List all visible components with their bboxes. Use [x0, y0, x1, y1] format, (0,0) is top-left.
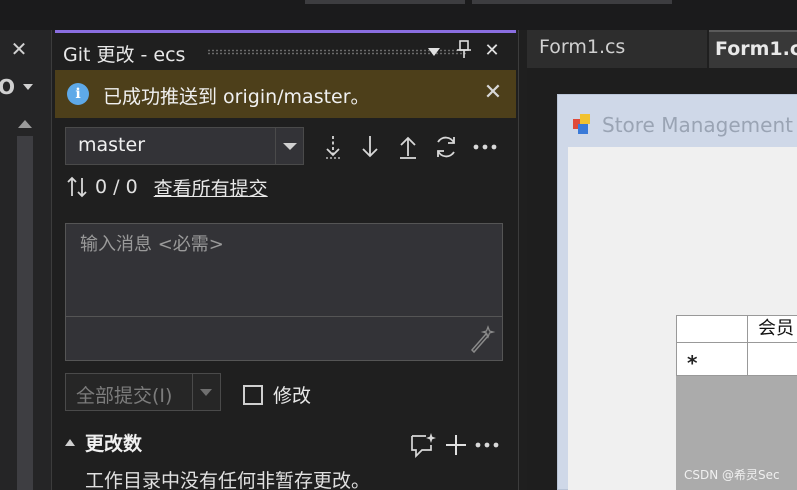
scroll-up-icon[interactable]	[18, 120, 32, 128]
plus-icon	[446, 435, 466, 455]
stage-all-button[interactable]	[441, 431, 471, 459]
close-icon[interactable]: ✕	[8, 38, 30, 60]
ellipsis-icon	[473, 144, 497, 150]
tab-form1-cs[interactable]: Form1.cs	[527, 30, 707, 68]
copilot-chat-button[interactable]	[408, 431, 438, 459]
close-icon[interactable]: ✕	[481, 40, 503, 62]
grid-cell[interactable]	[747, 342, 797, 376]
collapse-triangle-icon[interactable]	[65, 439, 75, 446]
up-down-arrows-icon	[67, 176, 87, 198]
sync-button[interactable]	[431, 132, 461, 162]
commit-all-label: 全部提交(I)	[76, 385, 173, 407]
outgoing-incoming-counts: 0 / 0 查看所有提交	[65, 173, 268, 201]
commit-message-input[interactable]: 输入消息 <必需>	[65, 223, 503, 361]
grid-corner-header	[676, 315, 748, 343]
window-position-dropdown-icon[interactable]	[423, 40, 445, 62]
branch-name: master	[78, 134, 146, 156]
changes-section-header[interactable]: 更改数	[65, 429, 142, 456]
grid-new-row-header: *	[676, 342, 748, 376]
generate-message-button[interactable]	[466, 324, 496, 354]
editor-area: Form1.cs Form1.cs Store Management 会员 *	[518, 30, 797, 490]
tab-label: Form1.cs	[539, 36, 626, 58]
left-dock-panel: ✕ O	[0, 30, 52, 490]
scrollbar-thumb[interactable]	[17, 136, 33, 490]
close-icon[interactable]: ✕	[481, 81, 505, 105]
checkbox-icon[interactable]	[243, 384, 263, 405]
search-icon: O	[0, 75, 16, 99]
form-designer-surface: Store Management 会员 *	[527, 68, 797, 490]
no-changes-message: 工作目录中没有任何非暂存更改。	[85, 470, 371, 490]
view-all-commits-link[interactable]: 查看所有提交	[154, 174, 268, 201]
fetch-button[interactable]	[318, 132, 348, 162]
tab-label: Form1.cs	[715, 38, 797, 60]
info-banner: i 已成功推送到 origin/master。 ✕	[55, 70, 516, 118]
arrow-down-icon	[362, 136, 378, 158]
chevron-down-icon[interactable]	[192, 374, 220, 410]
push-button[interactable]	[393, 132, 423, 162]
grid-column-header[interactable]: 会员	[747, 315, 797, 343]
pull-button[interactable]	[355, 132, 385, 162]
chevron-down-icon	[23, 84, 34, 90]
changes-section-title: 更改数	[85, 433, 143, 455]
section-more-button[interactable]	[472, 431, 502, 459]
designer-form[interactable]: Store Management 会员 *	[557, 94, 797, 490]
ellipsis-icon	[475, 442, 499, 448]
divider	[66, 316, 502, 317]
title-strip	[0, 0, 797, 30]
arrow-up-icon	[400, 136, 416, 159]
commit-message-placeholder: 输入消息 <必需>	[80, 234, 224, 255]
magic-wand-icon	[470, 325, 496, 354]
fetch-icon	[326, 136, 340, 159]
sync-icon	[437, 136, 455, 158]
sparkle-chat-icon	[411, 433, 436, 458]
search-dropdown-button[interactable]: O	[0, 72, 38, 102]
info-icon: i	[67, 83, 89, 105]
panel-title: Git 更改 - ecs	[63, 44, 186, 66]
amend-label: 修改	[273, 385, 312, 407]
git-changes-panel: Git 更改 - ecs ✕ i 已成功推送到 origin/master。 ✕…	[55, 30, 516, 490]
pin-icon[interactable]	[453, 40, 475, 62]
more-options-button[interactable]	[470, 132, 500, 162]
tab-form1-cs-design[interactable]: Form1.cs	[709, 30, 797, 68]
amend-checkbox[interactable]: 修改	[243, 381, 311, 408]
watermark: CSDN @希灵Sec	[684, 468, 780, 482]
form-app-icon	[573, 114, 590, 134]
form-client-area: 会员 *	[568, 147, 797, 490]
branch-selector[interactable]: master	[65, 127, 304, 165]
chevron-down-icon[interactable]	[275, 128, 303, 164]
commit-counts: 0 / 0	[95, 176, 138, 198]
commit-all-button[interactable]: 全部提交(I)	[65, 373, 221, 411]
panel-header: Git 更改 - ecs ✕	[55, 33, 516, 70]
banner-message: 已成功推送到 origin/master。	[103, 86, 370, 108]
toolbar-segment	[472, 0, 672, 4]
form-title: Store Management	[602, 113, 793, 137]
data-grid-view[interactable]: 会员 *	[676, 315, 797, 490]
vertical-scrollbar[interactable]	[14, 114, 36, 490]
toolbar-segment	[305, 0, 465, 4]
